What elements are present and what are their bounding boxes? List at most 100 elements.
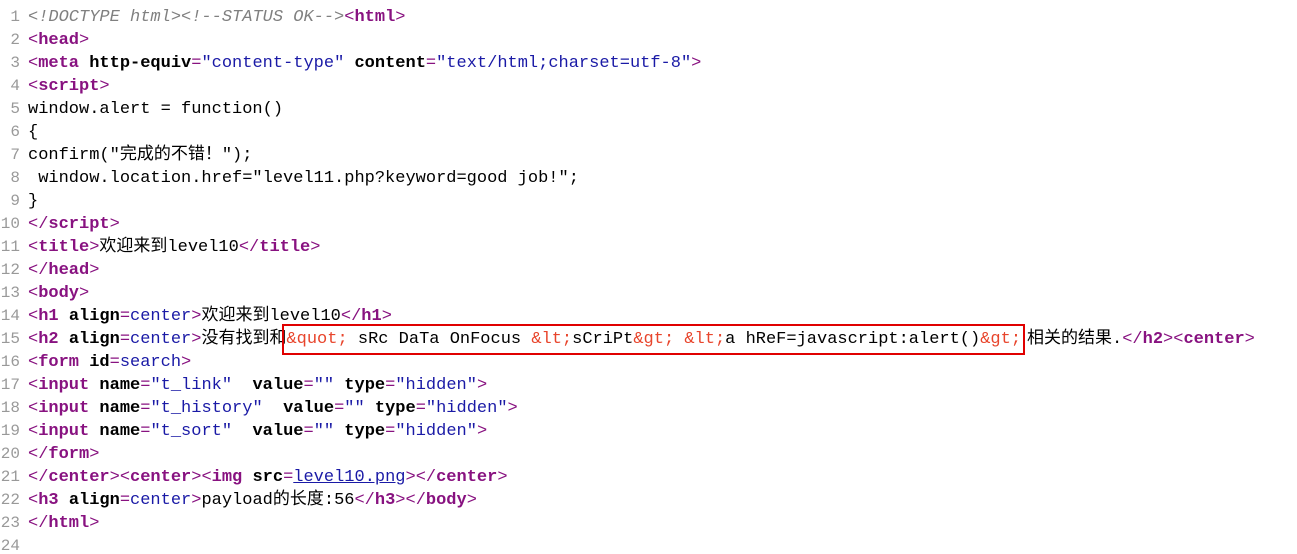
line-number: 6 bbox=[10, 123, 20, 141]
source-line-16: 16 <form id=search> bbox=[0, 353, 192, 372]
source-line-6: 6 { bbox=[0, 121, 1297, 144]
attr-name: content bbox=[354, 54, 426, 73]
body-close-tag: body bbox=[425, 491, 467, 510]
script-text: { bbox=[28, 123, 39, 142]
entity-gt: &gt; bbox=[633, 330, 675, 349]
source-line-21: 21 </center><center><img src=level10.png… bbox=[0, 468, 508, 487]
title-tag: title bbox=[38, 238, 90, 257]
payload-segment: a hReF=javascript:alert() bbox=[725, 330, 981, 349]
html-close-tag: html bbox=[48, 514, 90, 533]
attr-value: "text/html;charset=utf-8" bbox=[436, 54, 692, 73]
script-close-tag: script bbox=[48, 215, 110, 234]
attr-value: "hidden" bbox=[395, 376, 477, 395]
input-tag: input bbox=[38, 376, 90, 395]
line-number: 19 bbox=[0, 422, 20, 440]
line-number: 23 bbox=[0, 514, 20, 532]
page-source-view: 1 <!DOCTYPE html><!--STATUS OK--><html> … bbox=[0, 0, 1297, 554]
source-line-22: 22 <h3 align=center>payload的长度:56</h3></… bbox=[0, 491, 477, 510]
form-tag: form bbox=[38, 353, 80, 372]
line-number: 24 bbox=[0, 537, 20, 554]
script-text: confirm("完成的不错！"); bbox=[28, 146, 253, 165]
h2-suffix-text: 相关的结果. bbox=[1027, 330, 1123, 349]
injected-payload-highlight: &quot; sRc DaTa OnFocus &lt;sCriPt&gt; &… bbox=[282, 324, 1026, 355]
input-tag: input bbox=[38, 422, 90, 441]
entity-quot: &quot; bbox=[286, 330, 348, 349]
h2-tag: h2 bbox=[38, 330, 59, 349]
source-line-24: 24 bbox=[0, 535, 1297, 554]
line-number: 1 bbox=[10, 8, 20, 26]
center-tag: center bbox=[1183, 330, 1245, 349]
source-line-9: 9 } bbox=[0, 190, 1297, 213]
attr-name: value bbox=[252, 422, 304, 441]
meta-tag: meta bbox=[38, 54, 80, 73]
source-line-5: 5 window.alert = function() bbox=[0, 98, 1297, 121]
h1-close-tag: h1 bbox=[361, 307, 382, 326]
title-text: 欢迎来到level10 bbox=[99, 238, 239, 257]
script-text: } bbox=[28, 192, 39, 211]
head-close-tag: head bbox=[48, 261, 90, 280]
source-line-7: 7 confirm("完成的不错！"); bbox=[0, 144, 1297, 167]
line-number: 12 bbox=[0, 261, 20, 279]
attr-value: search bbox=[119, 353, 182, 372]
h1-tag: h1 bbox=[38, 307, 59, 326]
payload-segment bbox=[674, 330, 684, 349]
entity-lt: &lt; bbox=[684, 330, 726, 349]
line-number: 5 bbox=[10, 100, 20, 118]
attr-value: "" bbox=[313, 376, 335, 395]
form-close-tag: form bbox=[48, 445, 90, 464]
attr-value: center bbox=[130, 307, 192, 326]
payload-segment: sCriPt bbox=[572, 330, 634, 349]
source-line-14: 14 <h1 align=center>欢迎来到level10</h1> bbox=[0, 307, 392, 326]
img-src-link[interactable]: level10.png bbox=[293, 468, 405, 487]
attr-value: center bbox=[130, 491, 192, 510]
status-comment: <!--STATUS OK--> bbox=[181, 8, 345, 27]
attr-name: value bbox=[283, 399, 335, 418]
line-number: 20 bbox=[0, 445, 20, 463]
attr-name: id bbox=[89, 353, 110, 372]
head-tag: head bbox=[38, 31, 80, 50]
source-line-8: 8 window.location.href="level11.php?keyw… bbox=[0, 167, 1297, 190]
payload-segment: sRc DaTa OnFocus bbox=[347, 330, 532, 349]
attr-value: "" bbox=[344, 399, 365, 418]
attr-name: name bbox=[99, 422, 141, 441]
line-number: 9 bbox=[10, 192, 20, 210]
h3-tag: h3 bbox=[38, 491, 59, 510]
source-line-1: 1 <!DOCTYPE html><!--STATUS OK--><html> bbox=[0, 6, 1297, 29]
doctype: <!DOCTYPE html> bbox=[28, 8, 182, 27]
source-line-3: 3 <meta http-equiv="content-type" conten… bbox=[0, 52, 1297, 75]
h3-text: payload的长度:56 bbox=[201, 491, 355, 510]
input-tag: input bbox=[38, 399, 90, 418]
attr-name: src bbox=[252, 468, 284, 487]
script-tag: script bbox=[38, 77, 100, 96]
h2-close-tag: h2 bbox=[1142, 330, 1164, 349]
attr-name: align bbox=[68, 491, 120, 510]
attr-name: value bbox=[252, 376, 304, 395]
attr-value: "hidden" bbox=[425, 399, 508, 418]
line-number: 10 bbox=[0, 215, 20, 233]
h3-close-tag: h3 bbox=[374, 491, 396, 510]
line-number: 13 bbox=[0, 284, 20, 302]
source-line-15: 15 <h2 align=center>没有找到和&quot; sRc DaTa… bbox=[0, 324, 1255, 355]
line-number: 22 bbox=[0, 491, 20, 509]
attr-name: align bbox=[68, 307, 120, 326]
html-tag: html bbox=[354, 8, 396, 27]
line-number: 8 bbox=[10, 169, 20, 187]
line-number: 21 bbox=[0, 468, 20, 486]
line-number: 17 bbox=[0, 376, 20, 394]
line-number: 4 bbox=[10, 77, 20, 95]
source-line-20: 20 </form> bbox=[0, 445, 100, 464]
attr-value: center bbox=[130, 330, 192, 349]
h1-text: 欢迎来到level10 bbox=[201, 307, 341, 326]
attr-name: http-equiv bbox=[89, 54, 192, 73]
attr-name: align bbox=[68, 330, 120, 349]
line-number: 14 bbox=[0, 307, 20, 325]
source-line-18: 18 <input name="t_history" value="" type… bbox=[0, 399, 518, 418]
center-tag: center bbox=[130, 468, 192, 487]
source-line-12: 12 </head> bbox=[0, 261, 100, 280]
attr-value: "hidden" bbox=[395, 422, 477, 441]
title-close-tag: title bbox=[259, 238, 311, 257]
script-text: window.alert = function() bbox=[28, 100, 284, 119]
entity-lt: &lt; bbox=[531, 330, 573, 349]
line-number: 2 bbox=[10, 31, 20, 49]
source-line-23: 23 </html> bbox=[0, 514, 100, 533]
